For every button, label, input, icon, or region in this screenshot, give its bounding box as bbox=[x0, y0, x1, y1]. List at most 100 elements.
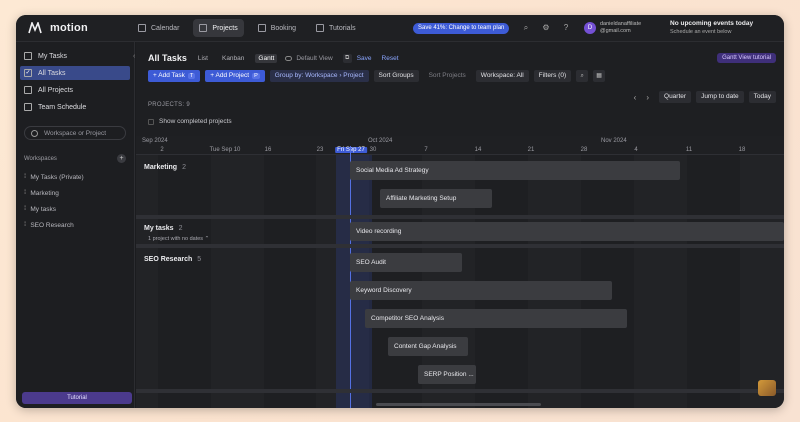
day-label: 21 bbox=[527, 147, 535, 153]
events-subtitle: Schedule an event below bbox=[670, 29, 732, 35]
group-name: SEO Research bbox=[144, 256, 193, 263]
project-bar[interactable]: Social Media Ad Strategy bbox=[350, 161, 680, 180]
search-icon[interactable]: ⌕ bbox=[521, 23, 531, 33]
add-project-label: + Add Project bbox=[210, 72, 250, 79]
show-completed-toggle[interactable]: Show completed projects bbox=[148, 118, 232, 125]
user-name: danieldanaffiliate bbox=[600, 21, 642, 27]
upgrade-promo-badge[interactable]: Save 41%: Change to team plan bbox=[413, 23, 510, 34]
gantt-tutorial-button[interactable]: Gantt View tutorial bbox=[717, 53, 776, 63]
user-menu[interactable]: D danieldanaffiliate @gmail.com bbox=[584, 21, 641, 35]
search-icon[interactable]: ⌕ bbox=[576, 70, 589, 82]
workspace-filter-dropdown[interactable]: Workspace: All bbox=[475, 70, 529, 82]
project-bar[interactable]: SERP Position ... bbox=[418, 365, 476, 384]
workspace-item[interactable]: ⁞⁞ SEO Research bbox=[16, 217, 134, 233]
tutorial-button[interactable]: Tutorial bbox=[22, 392, 132, 404]
search-icon bbox=[31, 129, 38, 137]
day-label: 4 bbox=[634, 147, 638, 153]
no-dates-label: 1 project with no dates bbox=[148, 236, 204, 242]
sort-projects-button[interactable]: Sort Projects bbox=[424, 70, 471, 82]
day-label: 16 bbox=[264, 147, 272, 153]
sidebar-item-my-tasks[interactable]: My Tasks bbox=[20, 49, 130, 63]
sidebar-item-all-projects[interactable]: All Projects bbox=[20, 83, 130, 97]
group-count: 2 bbox=[182, 164, 186, 171]
default-view-label: Default View bbox=[296, 54, 333, 62]
top-nav: motion Calendar Projects Booking Tutoria… bbox=[16, 15, 784, 42]
nav-tab-projects[interactable]: Projects bbox=[193, 19, 244, 37]
workspace-label: SEO Research bbox=[30, 221, 74, 229]
filters-button[interactable]: Filters (0) bbox=[533, 70, 572, 82]
default-view-selector[interactable]: Default View bbox=[285, 54, 333, 62]
nav-tab-label: Calendar bbox=[151, 24, 180, 32]
day-label: 11 bbox=[685, 147, 693, 153]
next-arrow-icon[interactable]: › bbox=[646, 93, 649, 102]
checkbox-icon: ✓ bbox=[24, 69, 32, 77]
prev-arrow-icon[interactable]: ‹ bbox=[634, 93, 637, 102]
nav-tab-tutorials[interactable]: Tutorials bbox=[310, 19, 362, 37]
project-bar[interactable]: SEO Audit bbox=[350, 253, 462, 272]
gear-icon[interactable]: ⚙ bbox=[541, 23, 551, 33]
upcoming-events: No upcoming events today Schedule an eve… bbox=[670, 19, 753, 37]
search-placeholder: Workspace or Project bbox=[44, 129, 107, 137]
month-label: Nov 2024 bbox=[601, 138, 627, 144]
project-bar[interactable]: Keyword Discovery bbox=[350, 281, 612, 300]
sidebar-item-all-tasks[interactable]: ✓ All Tasks bbox=[20, 66, 130, 80]
workspace-item[interactable]: ⁞⁞ Marketing bbox=[16, 185, 134, 201]
page-title: All Tasks bbox=[148, 53, 187, 63]
support-avatar[interactable] bbox=[758, 380, 776, 396]
project-bar[interactable]: Video recording bbox=[350, 222, 784, 241]
workspace-search-input[interactable]: Workspace or Project bbox=[24, 126, 126, 140]
workspace-label: My tasks bbox=[30, 205, 56, 213]
people-icon bbox=[24, 103, 32, 111]
today-button[interactable]: Today bbox=[748, 91, 776, 103]
reset-button[interactable]: Reset bbox=[382, 55, 399, 62]
save-button[interactable]: Save bbox=[357, 55, 372, 62]
nav-tab-booking[interactable]: Booking bbox=[252, 19, 302, 37]
calendar-icon bbox=[138, 24, 146, 32]
range-selector[interactable]: Quarter bbox=[659, 91, 692, 103]
day-label: Tue Sep 10 bbox=[209, 147, 241, 153]
jump-to-date-button[interactable]: Jump to date bbox=[696, 91, 744, 103]
project-bar[interactable]: Affiliate Marketing Setup bbox=[380, 189, 492, 208]
project-bar[interactable]: Competitor SEO Analysis bbox=[365, 309, 627, 328]
group-separator bbox=[136, 215, 784, 219]
sidebar-item-label: All Projects bbox=[38, 86, 74, 94]
nav-tab-calendar[interactable]: Calendar bbox=[132, 19, 185, 37]
tab-kanban[interactable]: Kanban bbox=[219, 54, 247, 63]
horizontal-scrollbar[interactable] bbox=[376, 403, 541, 406]
add-workspace-button[interactable]: + bbox=[117, 154, 126, 163]
group-label-my-tasks[interactable]: My tasks 2 bbox=[144, 225, 182, 232]
add-project-button[interactable]: + Add Project P bbox=[205, 70, 265, 82]
group-label-seo-research[interactable]: SEO Research 5 bbox=[144, 256, 201, 263]
group-label-marketing[interactable]: Marketing 2 bbox=[144, 164, 186, 171]
tab-list[interactable]: List bbox=[195, 54, 211, 63]
checkbox[interactable] bbox=[148, 118, 154, 125]
help-icon[interactable]: ? bbox=[561, 23, 571, 33]
group-count: 2 bbox=[178, 225, 183, 232]
top-icons: ⌕ ⚙ ? bbox=[521, 23, 581, 33]
project-bar[interactable]: Content Gap Analysis bbox=[388, 337, 468, 356]
app-logo[interactable]: motion bbox=[28, 20, 132, 34]
task-icon bbox=[24, 52, 32, 60]
sort-groups-button[interactable]: Sort Groups bbox=[373, 70, 419, 82]
shortcut-badge: T bbox=[187, 73, 196, 79]
group-name: Marketing bbox=[144, 164, 178, 171]
sidebar-item-team-schedule[interactable]: Team Schedule bbox=[20, 100, 130, 114]
grip-icon: ⁞⁞ bbox=[24, 206, 27, 212]
add-task-button[interactable]: + Add Task T bbox=[148, 70, 201, 82]
copy-icon[interactable]: ⧉ bbox=[342, 53, 352, 63]
nav-tab-label: Booking bbox=[270, 24, 297, 32]
chevron-down-icon: ⌃ bbox=[204, 236, 210, 242]
group-separator bbox=[136, 244, 784, 248]
workspaces-header: Workspaces + bbox=[24, 154, 126, 163]
month-label: Sep 2024 bbox=[142, 138, 168, 144]
user-email: @gmail.com bbox=[600, 28, 631, 34]
collapse-sidebar-icon[interactable]: ‹ bbox=[133, 53, 135, 60]
tab-gantt[interactable]: Gantt bbox=[255, 53, 278, 63]
group-by-dropdown[interactable]: Group by: Workspace › Project bbox=[269, 70, 369, 82]
group-name: My tasks bbox=[144, 225, 174, 232]
workspace-item[interactable]: ⁞⁞ My tasks bbox=[16, 201, 134, 217]
nav-tab-label: Projects bbox=[212, 24, 238, 32]
no-dates-note[interactable]: 1 project with no dates ⌃ bbox=[148, 236, 209, 242]
calendar-icon[interactable]: ▦ bbox=[593, 70, 606, 82]
workspace-item[interactable]: ⁞⁞ My Tasks (Private) bbox=[16, 169, 134, 185]
